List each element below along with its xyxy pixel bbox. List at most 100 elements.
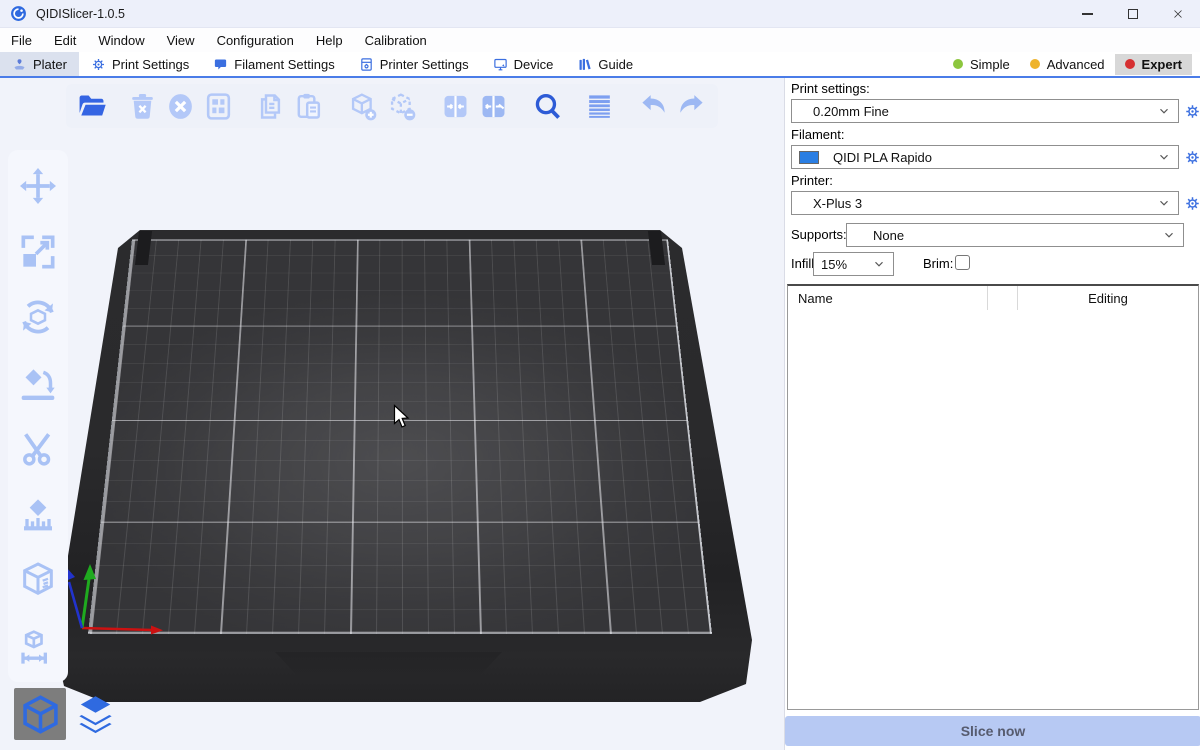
maximize-icon	[1128, 9, 1138, 19]
toolbar-split-parts-button[interactable]	[474, 86, 512, 126]
toolbar-split-objects-button[interactable]	[436, 86, 474, 126]
toolbar-undo-button[interactable]	[635, 86, 673, 126]
seam-icon	[18, 560, 58, 600]
scale-icon	[18, 232, 58, 272]
tool-measure-button[interactable]	[13, 618, 63, 674]
slice-now-button[interactable]: Slice now	[785, 716, 1200, 746]
tab-print-settings[interactable]: Print Settings	[79, 52, 201, 76]
tool-seam-button[interactable]	[13, 552, 63, 608]
tab-printer-settings[interactable]: Printer Settings	[347, 52, 481, 76]
tool-scale-button[interactable]	[13, 224, 63, 280]
tab-label: Filament Settings	[234, 57, 334, 72]
filament-value: QIDI PLA Rapido	[833, 150, 932, 165]
filament-color-swatch	[799, 151, 819, 164]
3d-viewport[interactable]	[0, 78, 784, 750]
toolbar-variable-layer-height-button[interactable]	[581, 86, 619, 126]
mode-dot-icon	[953, 59, 963, 69]
move-icon	[18, 166, 58, 206]
object-list: NameEditing	[787, 284, 1199, 710]
toolbar-open-button[interactable]	[73, 86, 111, 126]
arrange-icon	[203, 91, 234, 122]
gear-icon	[1184, 149, 1200, 166]
minimize-button[interactable]	[1065, 0, 1110, 28]
infill-value: 15%	[821, 257, 847, 272]
infill-select[interactable]: 15%	[813, 252, 894, 276]
tool-place-on-face-button[interactable]	[13, 355, 63, 411]
toolbar-copy-button[interactable]	[252, 86, 290, 126]
object-list-body	[788, 310, 1198, 709]
print-settings-label: Print settings:	[791, 81, 870, 96]
mode-dot-icon	[1030, 59, 1040, 69]
menu-help[interactable]: Help	[305, 28, 354, 52]
object-list-header: NameEditing	[788, 286, 1198, 310]
cut-icon	[18, 429, 58, 469]
toolbar-arrange-button[interactable]	[199, 86, 237, 126]
chevron-down-icon	[1162, 228, 1176, 242]
window-title: QIDISlicer-1.0.5	[36, 7, 125, 21]
tool-rotate-button[interactable]	[13, 289, 63, 345]
view-3d-button[interactable]	[14, 688, 66, 740]
printer-value: X-Plus 3	[813, 196, 862, 211]
toolbar-remove-instance-button[interactable]	[382, 86, 420, 126]
mode-expert[interactable]: Expert	[1115, 54, 1192, 75]
edit-print-settings-button[interactable]	[1183, 102, 1200, 120]
supports-label: Supports:	[791, 227, 847, 242]
tab-device[interactable]: Device	[481, 52, 566, 76]
toolbar-redo-button[interactable]	[673, 86, 711, 126]
tab-label: Guide	[598, 57, 633, 72]
toolbar-delete-all-button[interactable]	[161, 86, 199, 126]
column-name: Name	[788, 286, 987, 310]
filament-select[interactable]: QIDI PLA Rapido	[791, 145, 1179, 169]
menu-window[interactable]: Window	[87, 28, 155, 52]
split-parts-icon	[478, 91, 509, 122]
toolbar-delete-button[interactable]	[123, 86, 161, 126]
tool-cut-button[interactable]	[13, 421, 63, 477]
place-on-face-icon	[18, 363, 58, 403]
preview-icon	[74, 693, 117, 736]
tab-plater[interactable]: Plater	[0, 52, 79, 76]
undo-icon	[638, 91, 669, 122]
plater-toolbar	[66, 84, 718, 128]
menu-calibration[interactable]: Calibration	[354, 28, 438, 52]
app-logo-icon	[10, 5, 27, 22]
maximize-button[interactable]	[1110, 0, 1155, 28]
mode-label: Advanced	[1047, 57, 1105, 72]
menu-configuration[interactable]: Configuration	[206, 28, 305, 52]
tab-filament-settings[interactable]: Filament Settings	[201, 52, 346, 76]
tab-label: Plater	[33, 57, 67, 72]
mode-simple[interactable]: Simple	[943, 54, 1020, 75]
toolbar-search-button[interactable]	[528, 86, 566, 126]
view-3d-icon	[19, 693, 62, 736]
rotate-icon	[18, 297, 58, 337]
print-settings-select[interactable]: 0.20mm Fine	[791, 99, 1179, 123]
tab-label: Print Settings	[112, 57, 189, 72]
brim-checkbox[interactable]	[955, 255, 970, 270]
preview-button[interactable]	[69, 688, 121, 740]
tab-bar-left: Plater Print Settings Filament Settings Pri…	[0, 52, 645, 76]
chevron-down-icon	[1157, 150, 1171, 164]
tool-move-button[interactable]	[13, 158, 63, 214]
chevron-down-icon	[1157, 104, 1171, 118]
print-settings-icon	[91, 57, 106, 72]
menu-view[interactable]: View	[156, 28, 206, 52]
redo-icon	[676, 91, 707, 122]
measure-icon	[18, 626, 58, 666]
delete-all-icon	[165, 91, 196, 122]
copy-icon	[255, 91, 286, 122]
tab-guide[interactable]: Guide	[565, 52, 645, 76]
printer-select[interactable]: X-Plus 3	[791, 191, 1179, 215]
supports-select[interactable]: None	[846, 223, 1184, 247]
tab-label: Printer Settings	[380, 57, 469, 72]
menu-edit[interactable]: Edit	[43, 28, 87, 52]
chevron-down-icon	[872, 257, 886, 271]
edit-printer-button[interactable]	[1183, 194, 1200, 212]
gear-icon	[1184, 195, 1200, 212]
toolbar-add-instance-button[interactable]	[344, 86, 382, 126]
toolbar-paste-button[interactable]	[290, 86, 328, 126]
close-button[interactable]	[1155, 0, 1200, 28]
menu-file[interactable]: File	[0, 28, 43, 52]
edit-filament-button[interactable]	[1183, 148, 1200, 166]
tool-paint-support-button[interactable]	[13, 487, 63, 543]
mode-label: Simple	[970, 57, 1010, 72]
mode-advanced[interactable]: Advanced	[1020, 54, 1115, 75]
